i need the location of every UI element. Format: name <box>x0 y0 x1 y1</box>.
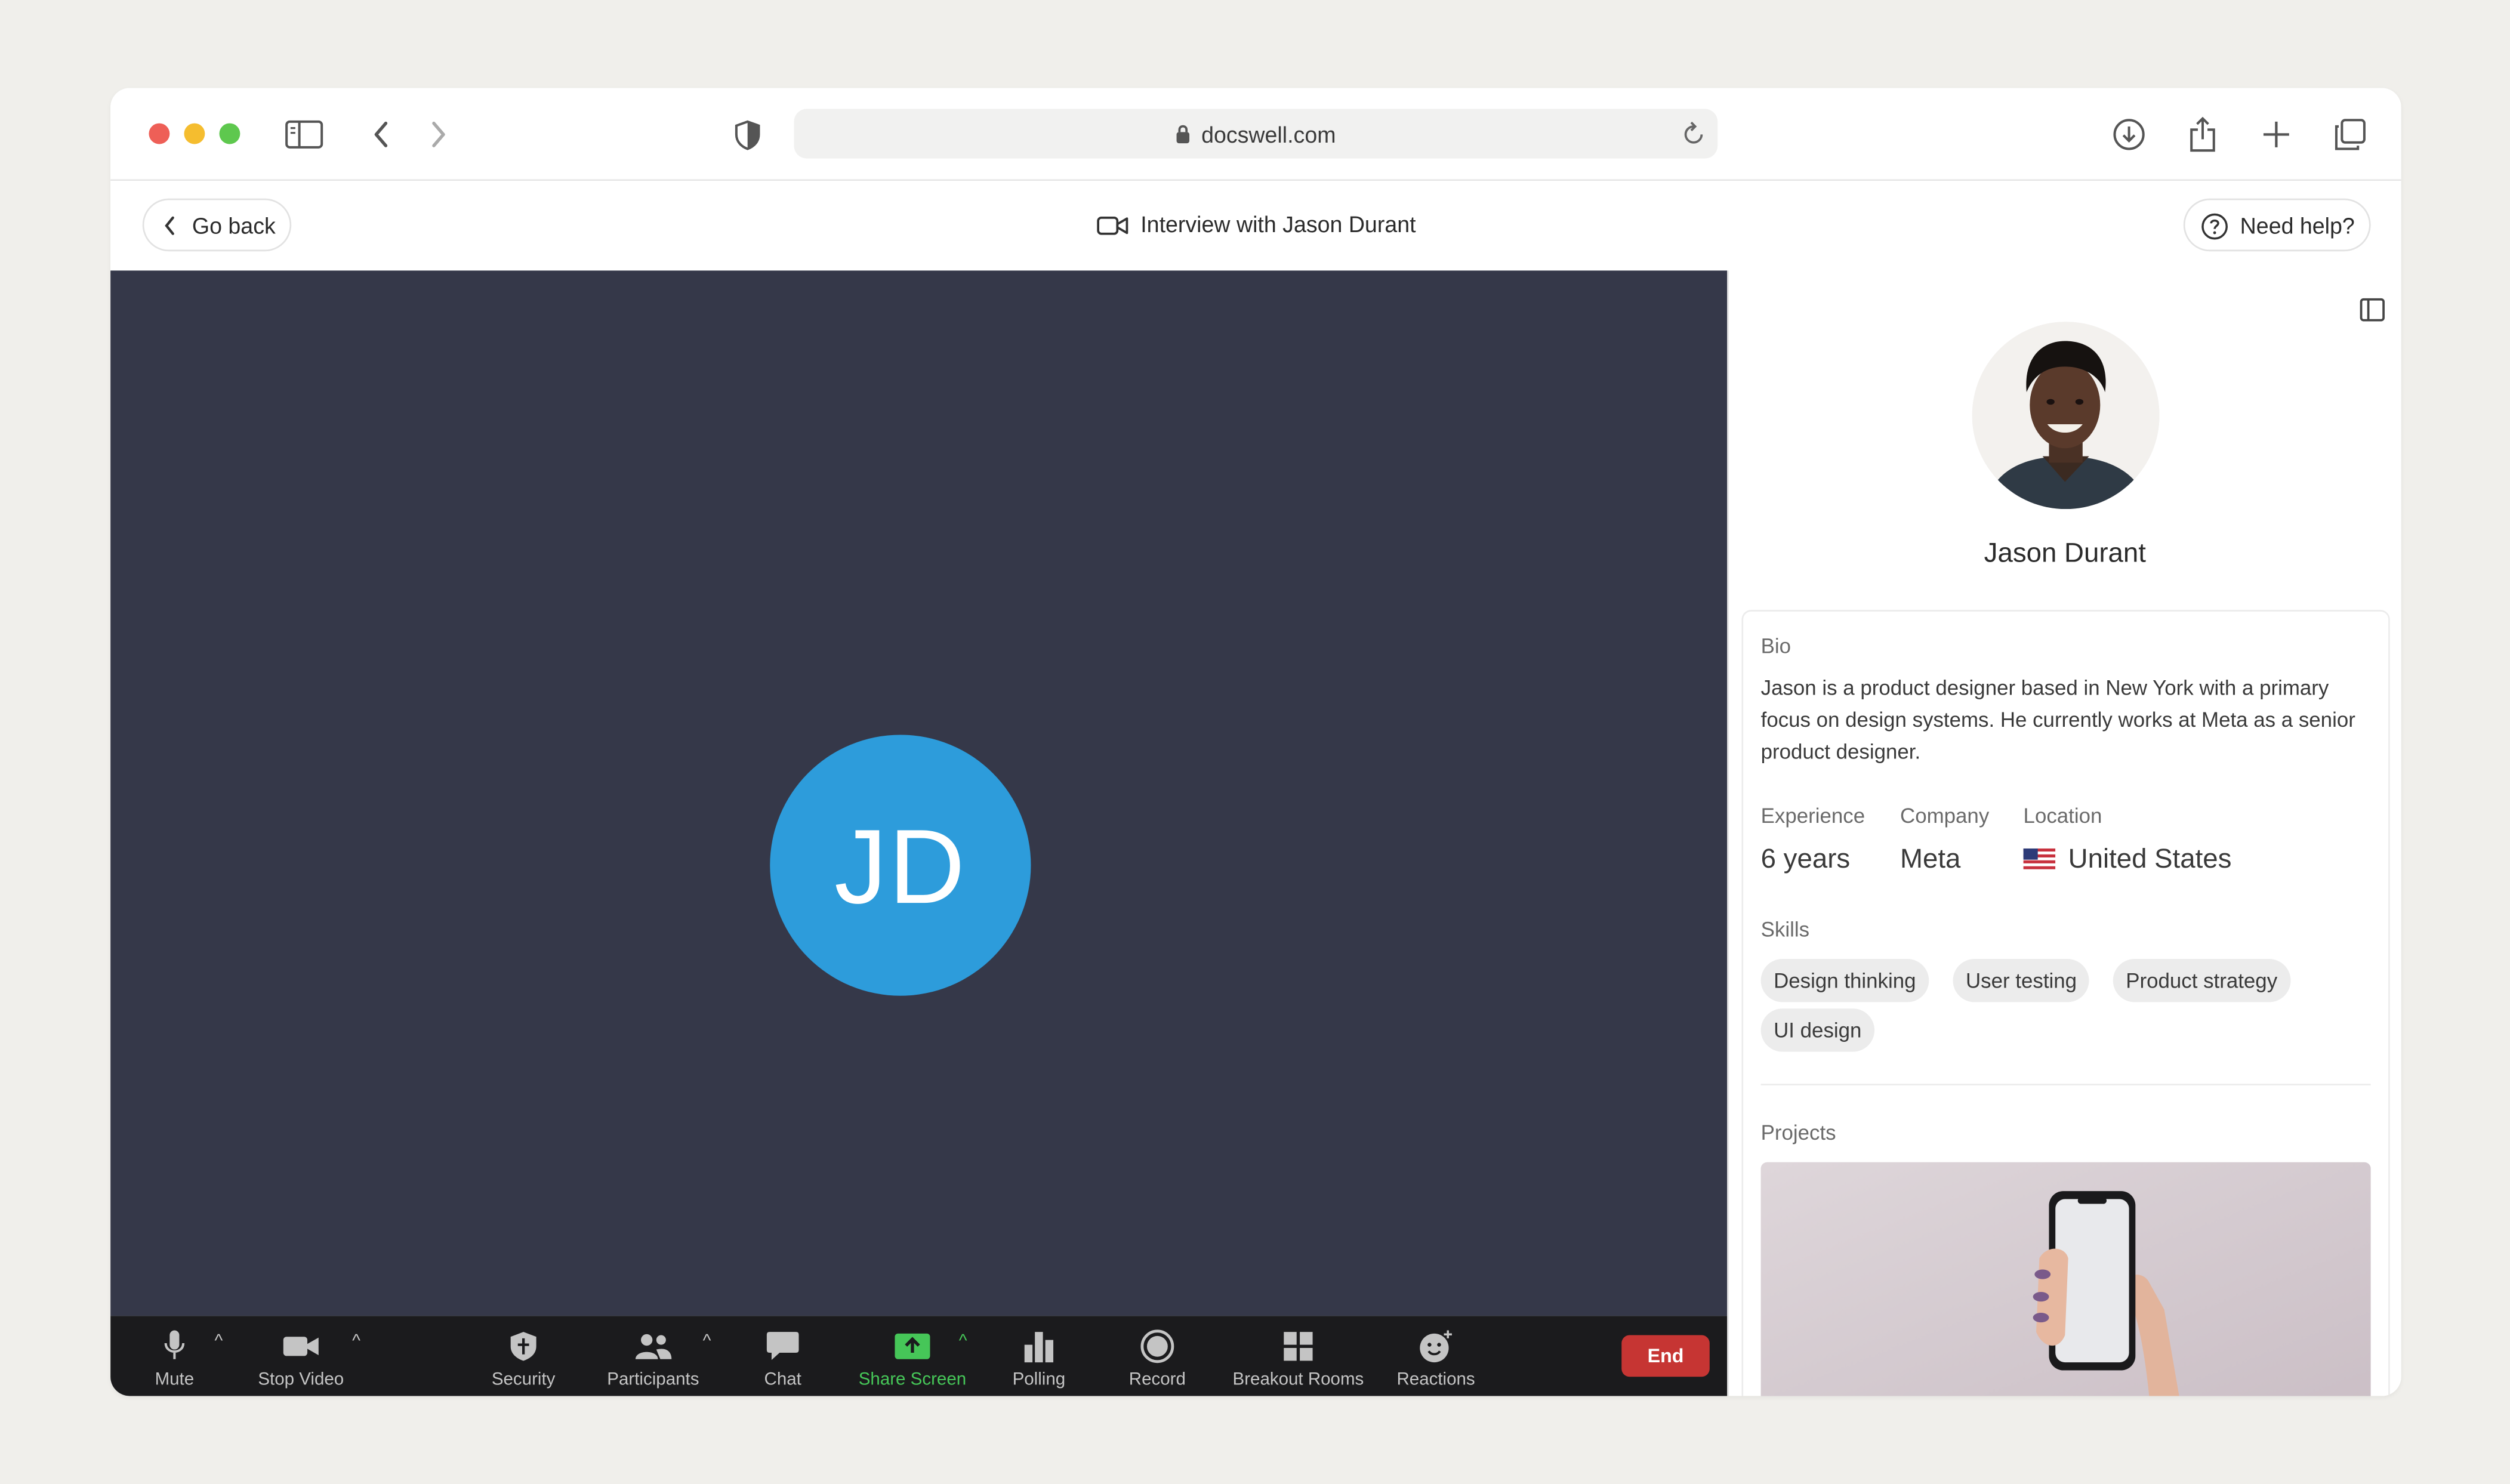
security-label: Security <box>491 1370 556 1390</box>
location-label: Location <box>2023 803 2102 828</box>
minimize-window-button[interactable] <box>184 123 205 144</box>
company-value: Meta <box>1900 843 1961 874</box>
mute-options-caret-icon[interactable]: ^ <box>214 1332 223 1351</box>
shield-icon <box>451 1325 595 1367</box>
location-text: United States <box>2068 843 2232 874</box>
app-header: Go back Interview with Jason Durant Need… <box>110 181 2401 271</box>
profile-photo <box>1972 322 2160 510</box>
skill-chip: User testing <box>1953 959 2090 1002</box>
divider <box>1760 1084 2371 1086</box>
participants-label: Participants <box>607 1370 699 1390</box>
breakout-rooms-button[interactable]: Breakout Rooms <box>1226 1325 1370 1390</box>
mute-label: Mute <box>155 1370 195 1390</box>
share-options-caret-icon[interactable]: ^ <box>959 1332 967 1351</box>
experience-value: 6 years <box>1760 843 1851 874</box>
chat-bubble-icon <box>711 1325 855 1367</box>
participant-initials: JD <box>834 806 967 925</box>
company-label: Company <box>1900 803 1990 828</box>
maximize-window-button[interactable] <box>219 123 240 144</box>
video-stage: JD <box>110 270 1728 1316</box>
experience-label: Experience <box>1760 803 1865 828</box>
video-options-caret-icon[interactable]: ^ <box>352 1332 360 1351</box>
us-flag-icon <box>2023 848 2056 869</box>
tabs-icon[interactable] <box>2329 113 2371 155</box>
project-thumbnail[interactable] <box>1760 1162 2371 1396</box>
breakout-rooms-label: Breakout Rooms <box>1232 1370 1364 1390</box>
need-help-label: Need help? <box>2240 212 2355 238</box>
browser-toolbar: docswell.com <box>110 88 2401 181</box>
end-call-button[interactable]: End <box>1621 1335 1710 1377</box>
video-camera-icon <box>1096 215 1128 242</box>
panel-toggle-icon[interactable] <box>2360 298 2385 330</box>
need-help-button[interactable]: Need help? <box>2184 198 2371 252</box>
profile-panel: Jason Durant Bio Jason is a product desi… <box>1727 270 2401 1396</box>
share-icon[interactable] <box>2182 113 2224 155</box>
chat-label: Chat <box>764 1370 801 1390</box>
grid-icon <box>1226 1325 1370 1367</box>
profile-name: Jason Durant <box>1984 538 2146 569</box>
location-value: United States <box>2023 843 2232 876</box>
help-icon <box>2201 213 2229 245</box>
skill-chip: UI design <box>1760 1008 1874 1052</box>
sidebar-icon[interactable] <box>283 113 325 155</box>
reactions-button[interactable]: Reactions <box>1364 1325 1507 1390</box>
participant-avatar: JD <box>770 735 1031 996</box>
download-icon[interactable] <box>2108 113 2150 155</box>
profile-card: Bio Jason is a product designer based in… <box>1741 610 2390 1396</box>
shield-icon[interactable] <box>727 113 769 155</box>
microphone-icon <box>110 1325 246 1367</box>
record-button[interactable]: Record <box>1086 1325 1229 1390</box>
security-button[interactable]: Security <box>451 1325 595 1390</box>
share-screen-label: Share Screen <box>858 1370 967 1390</box>
meeting-toolbar: Mute ^ Stop Video ^ Security Participant… <box>110 1316 1728 1396</box>
record-icon <box>1086 1325 1229 1367</box>
reload-icon[interactable] <box>1682 120 1705 150</box>
bio-label: Bio <box>1760 634 1791 658</box>
stop-video-label: Stop Video <box>258 1370 344 1390</box>
video-camera-icon <box>229 1325 373 1367</box>
reactions-label: Reactions <box>1396 1370 1475 1390</box>
address-bar[interactable]: docswell.com <box>794 109 1718 159</box>
record-label: Record <box>1128 1370 1186 1390</box>
url-text: docswell.com <box>1201 121 1336 147</box>
skill-chip: Design thinking <box>1760 959 1929 1002</box>
stop-video-button[interactable]: Stop Video <box>229 1325 373 1390</box>
page-title: Interview with Jason Durant <box>110 211 2401 242</box>
smiley-icon <box>1364 1325 1507 1367</box>
mute-button[interactable]: Mute <box>110 1325 246 1390</box>
lock-icon <box>1176 124 1192 144</box>
projects-label: Projects <box>1760 1121 1836 1145</box>
new-tab-icon[interactable] <box>2256 113 2298 155</box>
skill-chip: Product strategy <box>2113 959 2290 1002</box>
meeting-title: Interview with Jason Durant <box>1140 211 1416 237</box>
bio-text: Jason is a product designer based in New… <box>1760 675 2355 764</box>
skills-label: Skills <box>1760 917 1810 942</box>
back-icon[interactable] <box>360 113 402 155</box>
chat-button[interactable]: Chat <box>711 1325 855 1390</box>
browser-window: docswell.com Go back Interview with Jaso… <box>110 88 2401 1396</box>
participants-options-caret-icon[interactable]: ^ <box>703 1332 711 1351</box>
forward-icon[interactable] <box>418 113 460 155</box>
close-window-button[interactable] <box>149 123 170 144</box>
